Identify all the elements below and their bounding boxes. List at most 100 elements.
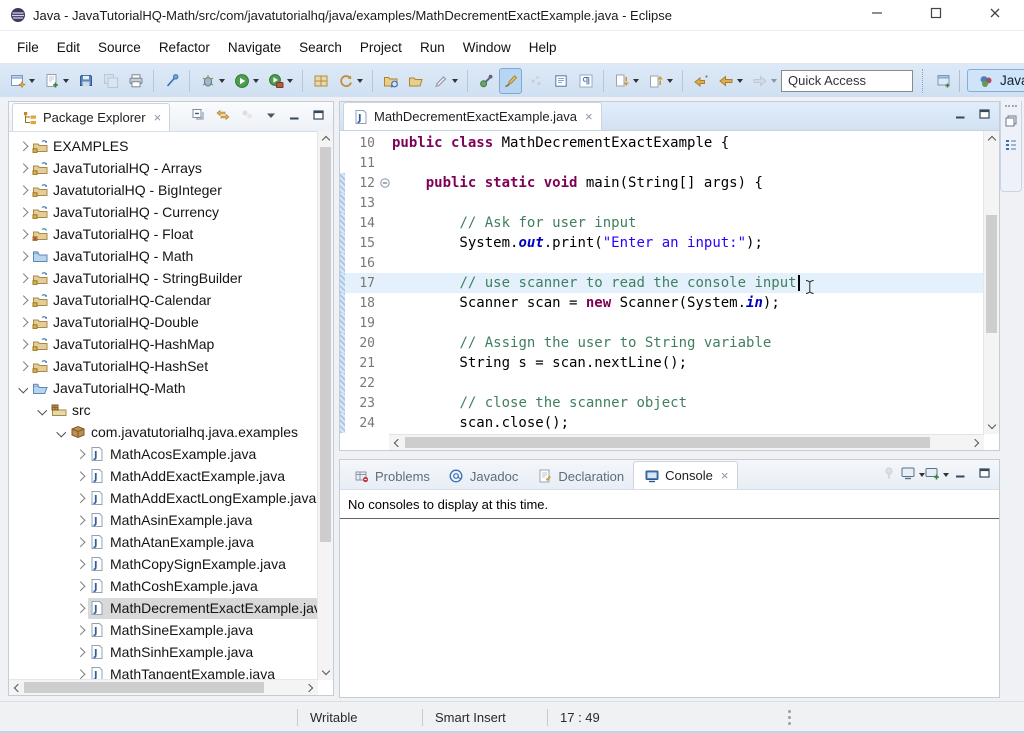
chevron-right-icon[interactable] — [72, 446, 88, 462]
forward-button[interactable] — [748, 68, 780, 94]
horizontal-scrollbar[interactable] — [9, 679, 318, 695]
tree-item[interactable]: J MathAddExactLongExample.java — [9, 487, 333, 509]
save-all-button[interactable] — [99, 68, 122, 94]
tree-item[interactable]: JavaTutorialHQ - Float — [9, 223, 333, 245]
prev-annotation-button[interactable] — [644, 68, 676, 94]
restore-stack-button[interactable] — [1002, 113, 1020, 133]
dropdown-arrow-icon[interactable] — [771, 78, 777, 83]
tab-declaration[interactable]: Declaration — [527, 463, 633, 489]
back-button[interactable] — [714, 68, 746, 94]
code-line[interactable]: 19 — [340, 313, 984, 333]
open-type-button[interactable] — [379, 68, 402, 94]
tree-item[interactable]: J MathCopySignExample.java — [9, 553, 333, 575]
tree-item[interactable]: JavaTutorialHQ - Arrays — [9, 157, 333, 179]
tree-item[interactable]: JavaTutorialHQ - StringBuilder — [9, 267, 333, 289]
tree-item[interactable]: J MathDecrementExactExample.java — [9, 597, 333, 619]
focus-button[interactable] — [238, 109, 255, 125]
debug-button[interactable] — [196, 68, 228, 94]
chevron-right-icon[interactable] — [72, 512, 88, 528]
java-perspective-button[interactable]: Java — [967, 69, 1024, 92]
run-button[interactable] — [230, 68, 262, 94]
close-icon[interactable]: × — [585, 110, 593, 123]
last-edit-button[interactable] — [689, 68, 712, 94]
close-button[interactable] — [965, 0, 1024, 30]
code-line[interactable]: 16 — [340, 253, 984, 273]
vertical-scrollbar[interactable] — [317, 131, 333, 680]
code-area[interactable]: 10 public class MathDecrementExactExample… — [340, 131, 999, 434]
line-number[interactable]: 11 — [345, 156, 378, 171]
tree-item[interactable]: EXAMPLES — [9, 135, 333, 157]
code-line[interactable]: 18 Scanner scan = new Scanner(System. in)… — [340, 293, 984, 313]
chevron-right-icon[interactable] — [15, 138, 31, 154]
tree-item[interactable]: JavaTutorialHQ-HashMap — [9, 333, 333, 355]
tree-item[interactable]: JavaTutorialHQ-Calendar — [9, 289, 333, 311]
chevron-down-icon[interactable] — [53, 424, 69, 440]
chevron-right-icon[interactable] — [15, 270, 31, 286]
menu-run[interactable]: Run — [411, 36, 454, 59]
print-button[interactable] — [124, 68, 147, 94]
menu-edit[interactable]: Edit — [48, 36, 89, 59]
skip-breakpoints-button[interactable] — [160, 68, 183, 94]
menu-window[interactable]: Window — [454, 36, 520, 59]
open-declaration-button[interactable] — [549, 68, 572, 94]
menu-navigate[interactable]: Navigate — [219, 36, 290, 59]
dropdown-arrow-icon[interactable] — [287, 78, 293, 83]
open-resource-button[interactable] — [404, 68, 427, 94]
chevron-right-icon[interactable] — [72, 622, 88, 638]
new-java-class-button[interactable] — [40, 68, 72, 94]
chevron-right-icon[interactable] — [15, 314, 31, 330]
view-menu-button[interactable] — [262, 109, 279, 125]
tree-item[interactable]: JavatutorialHQ - BigInteger — [9, 179, 333, 201]
menu-refactor[interactable]: Refactor — [150, 36, 219, 59]
chevron-right-icon[interactable] — [15, 248, 31, 264]
open-console-button[interactable] — [925, 467, 949, 483]
code-line[interactable]: 23 // close the scanner object — [340, 393, 984, 413]
tree-item[interactable]: J MathAcosExample.java — [9, 443, 333, 465]
new-java-project-button[interactable] — [309, 68, 332, 94]
chevron-right-icon[interactable] — [72, 644, 88, 660]
tree-item[interactable]: J MathSineExample.java — [9, 619, 333, 641]
code-line[interactable]: 14 // Ask for user input — [340, 213, 984, 233]
min-view-button[interactable] — [952, 108, 969, 124]
chevron-right-icon[interactable] — [15, 182, 31, 198]
tree-item[interactable]: com.javatutorialhq.java.examples — [9, 421, 333, 443]
next-annotation-button[interactable] — [610, 68, 642, 94]
scroll-right-icon[interactable] — [303, 680, 318, 695]
dropdown-arrow-icon[interactable] — [452, 78, 458, 83]
chevron-right-icon[interactable] — [15, 292, 31, 308]
mark-occurrences-button[interactable] — [499, 67, 522, 94]
code-line[interactable]: 21 String s = scan.nextLine(); — [340, 353, 984, 373]
annotate-button[interactable] — [429, 68, 461, 94]
chevron-down-icon[interactable] — [34, 402, 50, 418]
scroll-up-icon[interactable] — [984, 131, 999, 146]
chevron-right-icon[interactable] — [72, 468, 88, 484]
scroll-left-icon[interactable] — [9, 680, 24, 695]
tree-item[interactable]: JavaTutorialHQ - Math — [9, 245, 333, 267]
minimize-button[interactable] — [847, 0, 906, 30]
chevron-right-icon[interactable] — [15, 204, 31, 220]
dropdown-arrow-icon[interactable] — [63, 78, 69, 83]
line-number[interactable]: 14 — [345, 216, 378, 231]
code-line[interactable]: 12 public static void main(String[] args… — [340, 173, 984, 193]
tree-item[interactable]: J MathAsinExample.java — [9, 509, 333, 531]
quick-access-input[interactable] — [781, 69, 913, 92]
tree-item[interactable]: JavaTutorialHQ-Double — [9, 311, 333, 333]
code-line[interactable]: 17 // use scanner to read the console in… — [340, 273, 984, 294]
scroll-left-icon[interactable] — [389, 435, 404, 450]
chevron-right-icon[interactable] — [72, 534, 88, 550]
chevron-right-icon[interactable] — [15, 358, 31, 374]
code-line[interactable]: 15 System. out .print("Enter an input:"); — [340, 233, 984, 253]
dropdown-arrow-icon[interactable] — [219, 78, 225, 83]
menu-search[interactable]: Search — [290, 36, 351, 59]
line-number[interactable]: 10 — [345, 136, 378, 151]
outline-view-button[interactable] — [1002, 137, 1020, 157]
chevron-right-icon[interactable] — [15, 160, 31, 176]
code-line[interactable]: 22 — [340, 373, 984, 393]
code-line[interactable]: 13 — [340, 193, 984, 213]
external-tools-button[interactable] — [264, 68, 296, 94]
chevron-down-icon[interactable] — [15, 380, 31, 396]
dropdown-arrow-icon[interactable] — [633, 78, 639, 83]
close-icon[interactable]: × — [721, 469, 729, 482]
tree-item[interactable]: J MathSinhExample.java — [9, 641, 333, 663]
scrollbar-thumb[interactable] — [405, 437, 930, 448]
